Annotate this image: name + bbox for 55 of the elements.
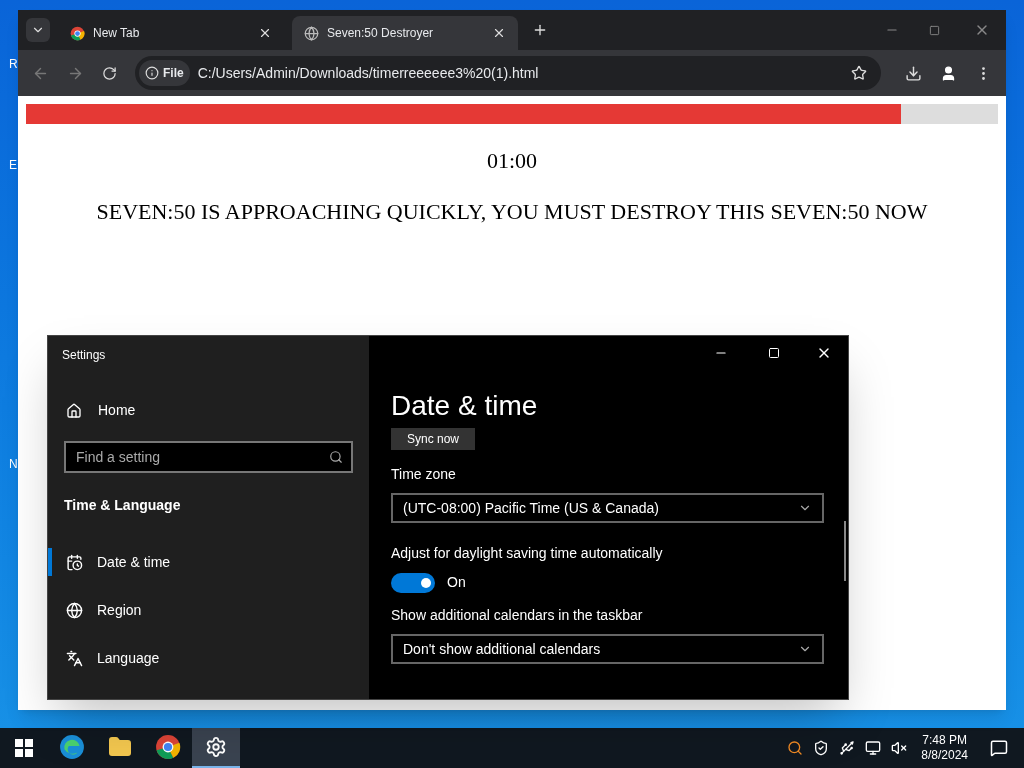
warning-message: SEVEN:50 IS APPROACHING QUICKLY, YOU MUST DESTROY THIS SEVEN:50 NOW — [96, 198, 928, 226]
toggle-switch[interactable] — [391, 572, 435, 593]
notifications-icon[interactable] — [990, 739, 1008, 757]
chrome-icon — [155, 734, 181, 760]
nav-item[interactable]: Region — [48, 596, 369, 624]
new-tab-icon[interactable] — [532, 22, 548, 38]
windows-logo-icon — [15, 739, 33, 757]
folder-icon — [108, 735, 132, 759]
volume-muted-icon[interactable] — [891, 740, 908, 756]
browser-tab[interactable]: Seven:50 Destroyer — [292, 16, 518, 50]
search-field[interactable]: Find a setting — [64, 441, 353, 473]
window-title: Settings — [62, 347, 107, 364]
nav-item[interactable]: Language — [48, 644, 369, 672]
clock[interactable]: 7:48 PM 8/8/2024 — [917, 733, 972, 763]
url-text: C:/Users/Admin/Downloads/timerreeeeee3%20(1).html — [197, 63, 540, 83]
desktop-icon-label: N — [9, 456, 18, 473]
search-icon[interactable] — [787, 740, 804, 756]
info-icon — [145, 66, 159, 80]
toggle-state: On — [447, 573, 466, 592]
time-zone-dropdown[interactable]: (UTC-08:00) Pacific Time (US & Canada) — [391, 493, 824, 523]
browser-tab[interactable]: New Tab — [58, 16, 284, 50]
page-heading: Date & time — [391, 392, 539, 420]
settings-icon — [205, 736, 227, 758]
tab-search-button[interactable] — [26, 18, 50, 42]
sync-now-button[interactable]: Sync now — [391, 428, 476, 450]
language-icon — [66, 649, 83, 667]
shield-icon[interactable] — [813, 740, 830, 756]
countdown-timer: 01:00 — [486, 147, 538, 175]
edge-icon — [59, 734, 85, 760]
star-icon[interactable] — [851, 65, 867, 81]
chrome-icon — [70, 25, 85, 41]
globe-icon — [66, 601, 83, 619]
reload-icon[interactable] — [102, 65, 117, 81]
download-icon[interactable] — [905, 64, 922, 82]
search-icon — [329, 450, 343, 464]
taskbar-app[interactable] — [192, 728, 240, 768]
address-bar[interactable]: File C:/Users/Admin/Downloads/timerreeeeee3%20(1).html — [135, 56, 881, 90]
desktop-icon-label: E — [9, 157, 17, 174]
scrollbar — [844, 521, 846, 581]
desktop-icon-label: R — [9, 56, 18, 73]
calendar-clock-icon — [66, 553, 83, 571]
close-icon[interactable] — [258, 26, 272, 40]
site-info-chip[interactable]: File — [139, 60, 190, 86]
profile-icon[interactable] — [940, 64, 957, 82]
network-icon[interactable] — [865, 740, 882, 756]
globe-icon — [304, 25, 319, 41]
field-label: Show additional calendars in the taskbar — [391, 606, 644, 625]
calendars-dropdown[interactable]: Don't show additional calendars — [391, 634, 824, 664]
usb-icon[interactable] — [839, 740, 856, 756]
field-label: Adjust for daylight saving time automatically — [391, 544, 664, 563]
home-link[interactable]: Home — [66, 400, 369, 421]
close-icon[interactable] — [492, 26, 506, 40]
field-label: Time zone — [391, 465, 457, 484]
home-icon — [66, 402, 82, 419]
section-heading: Time & Language — [64, 496, 182, 515]
